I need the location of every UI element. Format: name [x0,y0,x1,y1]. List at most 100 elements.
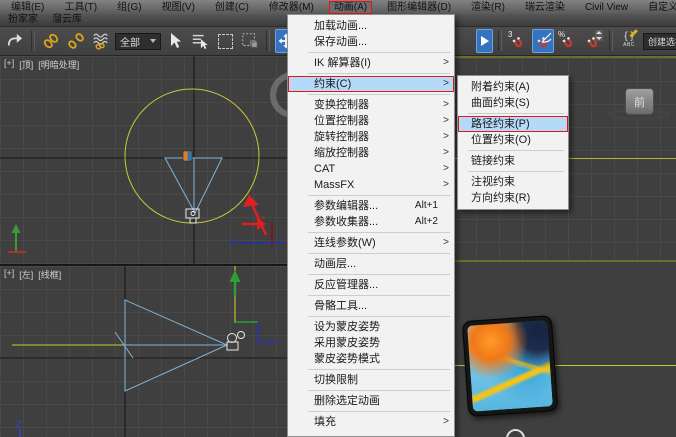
z-axis-label: Z [16,419,22,429]
viewcube-face-label[interactable]: 前 [634,94,645,110]
menu-item-bone-tools[interactable]: 骨骼工具... [288,298,454,314]
select-by-name-icon[interactable] [189,29,211,53]
percent-snap-toggle-button[interactable]: % [557,29,579,53]
menubar-item-edit[interactable]: 编辑(E) [6,1,49,14]
viewport-view-label[interactable]: [左] [19,268,33,281]
menu-item-scale-controllers[interactable]: 缩放控制器> [288,145,454,161]
rectangular-selection-region-icon[interactable] [214,29,236,53]
submenu-arrow-icon: > [443,55,449,71]
menu-item-skin-pose-mode[interactable]: 蒙皮姿势模式 [288,351,454,367]
viewcube[interactable]: 前 [625,88,654,115]
menubar-item-civil-view[interactable]: Civil View [580,1,633,14]
menu-item-label: 附着约束(A) [471,79,530,95]
menu-item-assume-skin-pose[interactable]: 采用蒙皮姿势 [288,335,454,351]
menu-item-parameter-collector[interactable]: 参数收集器...Alt+2 [288,214,454,230]
redo-icon[interactable] [4,29,26,53]
plugin-item-banjiajia[interactable]: 扮家家 [8,14,38,26]
menu-item-parameter-editor[interactable]: 参数编辑器...Alt+1 [288,198,454,214]
tablet-object[interactable] [462,315,558,417]
menu-item-rotation-controllers[interactable]: 旋转控制器> [288,129,454,145]
menubar-item-group[interactable]: 组(G) [112,1,146,14]
submenu-arrow-icon: > [443,235,449,251]
menu-item-transform-controllers[interactable]: 变换控制器 > [288,97,454,113]
viewport-top[interactable]: [+] [顶] [明暗处理] [0,56,290,266]
plugin-item-liuyunku[interactable]: 溜云库 [52,14,82,26]
camera-gizmo-partial[interactable] [506,429,525,437]
menubar-item-rendering[interactable]: 渲染(R) [466,1,510,14]
select-object-icon[interactable] [164,29,186,53]
menu-item-toggle-limits[interactable]: 切换限制 [288,372,454,388]
menubar-item-graph-editors[interactable]: 图形编辑器(D) [382,1,456,14]
menu-separator [308,295,450,296]
submenu-item-lookat-constraint[interactable]: 注视约束 [458,174,568,190]
move-gizmo[interactable] [230,266,279,342]
menu-item-label: 缩放控制器 [314,145,369,161]
named-selection-set-dropdown[interactable]: 创建选择集 [643,33,676,50]
select-and-link-icon[interactable] [40,29,62,53]
submenu-item-orientation-constraint[interactable]: 方向约束(R) [458,190,568,206]
menu-item-massfx[interactable]: MassFX> [288,177,454,193]
menu-item-load-animation[interactable]: 加载动画... [288,18,454,34]
menu-item-populate[interactable]: 填充> [288,414,454,430]
menu-item-set-as-skin-pose[interactable]: 设为蒙皮姿势 [288,319,454,335]
submenu-arrow-icon: > [443,97,449,113]
menu-item-reaction-manager[interactable]: 反应管理器... [288,277,454,293]
3dsmax-window: 编辑(E) 工具(T) 组(G) 视图(V) 创建(C) 修改器(M) 动画(A) 图形编辑器… [0,0,676,437]
camera-gizmo[interactable] [186,209,199,223]
viewport-left[interactable]: [+] [左] [线框] [0,266,290,437]
world-axis-tripod [8,224,26,252]
viewport-menu-label[interactable]: [+] [4,268,14,281]
menu-separator [468,113,564,114]
spinner-snap-toggle-button[interactable] [582,29,604,53]
window-crossing-icon[interactable] [239,29,261,53]
menu-separator [308,411,450,412]
menu-item-save-animation[interactable]: 保存动画... [288,34,454,50]
submenu-item-link-constraint[interactable]: 链接约束 [458,153,568,169]
menu-item-animation-layers[interactable]: 动画层... [288,256,454,272]
menubar-item-animation[interactable]: 动画(A) [329,1,372,14]
viewport-menu-label[interactable]: [+] [4,58,14,71]
edit-named-selection-sets-button[interactable]: { } ABC [618,29,640,53]
viewport-view-label[interactable]: [顶] [19,58,33,71]
menu-item-constraints[interactable]: 约束(C)> [288,76,454,92]
abc-label: ABC [623,41,635,49]
viewport-shading-label[interactable]: [线框] [38,268,61,281]
menubar-item-create[interactable]: 创建(C) [210,1,254,14]
menu-item-label: 骨骼工具... [314,298,367,314]
menubar-item-modifiers[interactable]: 修改器(M) [264,1,319,14]
unlink-selection-icon[interactable] [65,29,87,53]
camera-cone-wireframe[interactable] [115,300,227,391]
keyboard-shortcut-override-button[interactable] [476,29,493,53]
menu-item-delete-selected-animation[interactable]: 删除选定动画 [288,393,454,409]
angle-snap-toggle-button[interactable] [532,29,554,53]
camera-gizmo[interactable] [227,332,245,351]
snap-toggle-3d-button[interactable]: 3 [507,29,529,53]
menu-item-wire-parameters[interactable]: 连线参数(W)> [288,235,454,251]
submenu-item-surface-constraint[interactable]: 曲面约束(S) [458,95,568,111]
menubar-item-customize[interactable]: 自定义(U) [643,1,676,14]
menu-item-label: IK 解算器(I) [314,55,371,71]
camera-cone-wireframe[interactable] [165,158,222,213]
menu-item-label: 蒙皮姿势模式 [314,351,380,367]
menu-item-ik-solvers[interactable]: IK 解算器(I) > [288,55,454,71]
menu-item-position-controllers[interactable]: 位置控制器 > [288,113,454,129]
menubar-item-views[interactable]: 视图(V) [157,1,200,14]
menu-item-cat[interactable]: CAT> [288,161,454,177]
submenu-item-position-constraint[interactable]: 位置约束(O) [458,132,568,148]
submenu-item-attachment-constraint[interactable]: 附着约束(A) [458,79,568,95]
submenu-arrow-icon: > [443,113,449,129]
viewport-shading-label[interactable]: [明暗处理] [38,58,79,71]
menubar-item-tools[interactable]: 工具(T) [59,1,102,14]
submenu-item-path-constraint[interactable]: 路径约束(P) [458,116,568,132]
bind-to-space-warp-icon[interactable] [90,29,112,53]
selection-filter-dropdown[interactable]: 全部 [115,33,161,50]
menubar-item-ruiyun-render[interactable]: 瑞云渲染 [520,1,570,14]
menu-item-label: 反应管理器... [314,277,378,293]
menu-item-label: 变换控制器 [314,97,369,113]
tablet-object-top-view[interactable] [183,151,192,161]
menu-separator [308,274,450,275]
menu-item-label: 位置控制器 [314,113,369,129]
x-axis-label: x [261,213,265,222]
menu-separator [308,253,450,254]
toolbar-separator [31,31,35,51]
